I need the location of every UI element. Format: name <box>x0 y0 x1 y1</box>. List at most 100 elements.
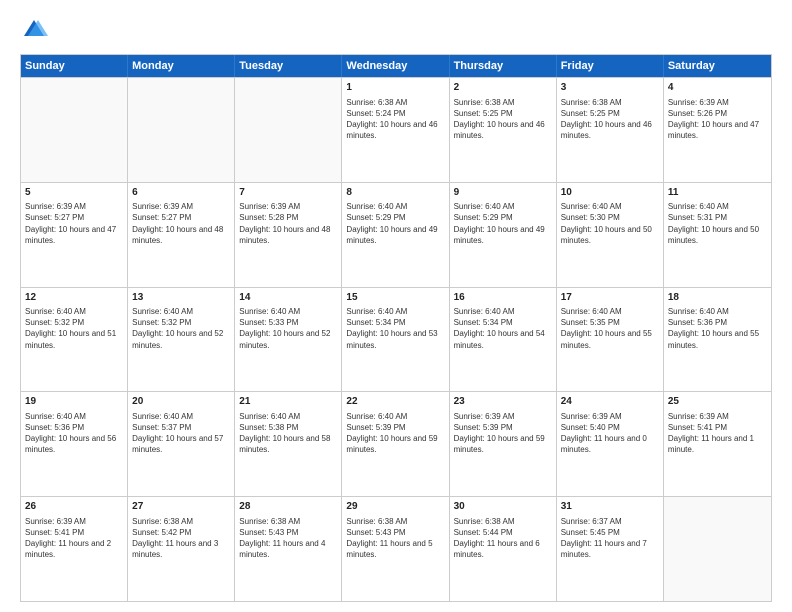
header-day-saturday: Saturday <box>664 55 771 77</box>
day-number: 31 <box>561 500 659 514</box>
header-day-monday: Monday <box>128 55 235 77</box>
calendar-cell: 31 Sunrise: 6:37 AMSunset: 5:45 PMDayligh… <box>557 497 664 601</box>
calendar: SundayMondayTuesdayWednesdayThursdayFrid… <box>20 54 772 602</box>
day-number: 12 <box>25 291 123 305</box>
day-number: 9 <box>454 186 552 200</box>
calendar-cell: 22 Sunrise: 6:40 AMSunset: 5:39 PMDayligh… <box>342 392 449 496</box>
calendar-cell: 3Sunrise: 6:38 AMSunset: 5:25 PMDaylight… <box>557 78 664 182</box>
calendar-cell: 4 Sunrise: 6:39 AMSunset: 5:26 PMDaylight… <box>664 78 771 182</box>
day-info: Sunrise: 6:39 AMSunset: 5:27 PMDaylight:… <box>132 201 230 246</box>
day-info: Sunrise: 6:39 AMSunset: 5:41 PMDaylight:… <box>25 516 123 561</box>
day-info: Sunrise: 6:40 AMSunset: 5:36 PMDaylight:… <box>25 411 123 456</box>
calendar-cell: 14Sunrise: 6:40 AMSunset: 5:33 PMDayligh… <box>235 288 342 392</box>
day-number: 4 <box>668 81 767 95</box>
day-info: Sunrise: 6:40 AMSunset: 5:39 PMDaylight:… <box>346 411 444 456</box>
calendar-cell: 18Sunrise: 6:40 AMSunset: 5:36 PMDayligh… <box>664 288 771 392</box>
calendar-cell: 28 Sunrise: 6:38 AMSunset: 5:43 PMDayligh… <box>235 497 342 601</box>
day-number: 11 <box>668 186 767 200</box>
calendar-cell <box>235 78 342 182</box>
header-day-thursday: Thursday <box>450 55 557 77</box>
day-number: 18 <box>668 291 767 305</box>
calendar-body: 1 Sunrise: 6:38 AMSunset: 5:24 PMDaylight… <box>21 77 771 601</box>
calendar-cell: 21Sunrise: 6:40 AMSunset: 5:38 PMDayligh… <box>235 392 342 496</box>
calendar-week-1: 1 Sunrise: 6:38 AMSunset: 5:24 PMDaylight… <box>21 77 771 182</box>
day-number: 17 <box>561 291 659 305</box>
day-info: Sunrise: 6:39 AMSunset: 5:39 PMDaylight:… <box>454 411 552 456</box>
day-info: Sunrise: 6:40 AMSunset: 5:37 PMDaylight:… <box>132 411 230 456</box>
calendar-cell: 11Sunrise: 6:40 AMSunset: 5:31 PMDayligh… <box>664 183 771 287</box>
day-info: Sunrise: 6:39 AMSunset: 5:28 PMDaylight:… <box>239 201 337 246</box>
calendar-cell: 29Sunrise: 6:38 AMSunset: 5:43 PMDayligh… <box>342 497 449 601</box>
day-number: 6 <box>132 186 230 200</box>
day-info: Sunrise: 6:40 AMSunset: 5:31 PMDaylight:… <box>668 201 767 246</box>
day-info: Sunrise: 6:39 AMSunset: 5:27 PMDaylight:… <box>25 201 123 246</box>
day-info: Sunrise: 6:38 AMSunset: 5:42 PMDaylight:… <box>132 516 230 561</box>
day-number: 20 <box>132 395 230 409</box>
day-number: 19 <box>25 395 123 409</box>
day-number: 21 <box>239 395 337 409</box>
calendar-cell: 17Sunrise: 6:40 AMSunset: 5:35 PMDayligh… <box>557 288 664 392</box>
calendar-cell: 5Sunrise: 6:39 AMSunset: 5:27 PMDaylight… <box>21 183 128 287</box>
day-info: Sunrise: 6:39 AMSunset: 5:40 PMDaylight:… <box>561 411 659 456</box>
day-info: Sunrise: 6:40 AMSunset: 5:32 PMDaylight:… <box>132 306 230 351</box>
calendar-week-3: 12Sunrise: 6:40 AMSunset: 5:32 PMDayligh… <box>21 287 771 392</box>
day-number: 13 <box>132 291 230 305</box>
calendar-cell: 8Sunrise: 6:40 AMSunset: 5:29 PMDaylight… <box>342 183 449 287</box>
calendar-cell: 26Sunrise: 6:39 AMSunset: 5:41 PMDayligh… <box>21 497 128 601</box>
day-number: 7 <box>239 186 337 200</box>
header-day-friday: Friday <box>557 55 664 77</box>
header <box>20 16 772 44</box>
calendar-cell: 20 Sunrise: 6:40 AMSunset: 5:37 PMDayligh… <box>128 392 235 496</box>
calendar-week-4: 19 Sunrise: 6:40 AMSunset: 5:36 PMDayligh… <box>21 391 771 496</box>
day-number: 1 <box>346 81 444 95</box>
calendar-cell <box>21 78 128 182</box>
day-number: 3 <box>561 81 659 95</box>
calendar-header-row: SundayMondayTuesdayWednesdayThursdayFrid… <box>21 55 771 77</box>
day-info: Sunrise: 6:38 AMSunset: 5:25 PMDaylight:… <box>454 97 552 142</box>
day-info: Sunrise: 6:40 AMSunset: 5:33 PMDaylight:… <box>239 306 337 351</box>
day-number: 15 <box>346 291 444 305</box>
header-day-wednesday: Wednesday <box>342 55 449 77</box>
day-info: Sunrise: 6:38 AMSunset: 5:43 PMDaylight:… <box>346 516 444 561</box>
day-number: 22 <box>346 395 444 409</box>
day-number: 28 <box>239 500 337 514</box>
calendar-cell <box>664 497 771 601</box>
day-number: 8 <box>346 186 444 200</box>
day-number: 30 <box>454 500 552 514</box>
day-info: Sunrise: 6:38 AMSunset: 5:43 PMDaylight:… <box>239 516 337 561</box>
day-number: 27 <box>132 500 230 514</box>
day-number: 5 <box>25 186 123 200</box>
day-number: 25 <box>668 395 767 409</box>
calendar-cell: 12Sunrise: 6:40 AMSunset: 5:32 PMDayligh… <box>21 288 128 392</box>
day-info: Sunrise: 6:40 AMSunset: 5:34 PMDaylight:… <box>346 306 444 351</box>
calendar-cell: 10Sunrise: 6:40 AMSunset: 5:30 PMDayligh… <box>557 183 664 287</box>
calendar-cell: 1 Sunrise: 6:38 AMSunset: 5:24 PMDaylight… <box>342 78 449 182</box>
day-info: Sunrise: 6:40 AMSunset: 5:34 PMDaylight:… <box>454 306 552 351</box>
day-info: Sunrise: 6:37 AMSunset: 5:45 PMDaylight:… <box>561 516 659 561</box>
day-info: Sunrise: 6:40 AMSunset: 5:35 PMDaylight:… <box>561 306 659 351</box>
day-info: Sunrise: 6:40 AMSunset: 5:29 PMDaylight:… <box>454 201 552 246</box>
calendar-cell: 25Sunrise: 6:39 AMSunset: 5:41 PMDayligh… <box>664 392 771 496</box>
day-number: 14 <box>239 291 337 305</box>
calendar-week-5: 26Sunrise: 6:39 AMSunset: 5:41 PMDayligh… <box>21 496 771 601</box>
day-info: Sunrise: 6:38 AMSunset: 5:24 PMDaylight:… <box>346 97 444 142</box>
calendar-cell: 13Sunrise: 6:40 AMSunset: 5:32 PMDayligh… <box>128 288 235 392</box>
calendar-cell: 30Sunrise: 6:38 AMSunset: 5:44 PMDayligh… <box>450 497 557 601</box>
day-info: Sunrise: 6:40 AMSunset: 5:30 PMDaylight:… <box>561 201 659 246</box>
logo-icon <box>20 16 48 44</box>
day-number: 2 <box>454 81 552 95</box>
calendar-cell <box>128 78 235 182</box>
calendar-cell: 15Sunrise: 6:40 AMSunset: 5:34 PMDayligh… <box>342 288 449 392</box>
calendar-cell: 19 Sunrise: 6:40 AMSunset: 5:36 PMDayligh… <box>21 392 128 496</box>
calendar-cell: 6Sunrise: 6:39 AMSunset: 5:27 PMDaylight… <box>128 183 235 287</box>
day-info: Sunrise: 6:39 AMSunset: 5:26 PMDaylight:… <box>668 97 767 142</box>
page: SundayMondayTuesdayWednesdayThursdayFrid… <box>0 0 792 612</box>
day-number: 10 <box>561 186 659 200</box>
day-info: Sunrise: 6:40 AMSunset: 5:32 PMDaylight:… <box>25 306 123 351</box>
calendar-cell: 7Sunrise: 6:39 AMSunset: 5:28 PMDaylight… <box>235 183 342 287</box>
header-day-sunday: Sunday <box>21 55 128 77</box>
day-info: Sunrise: 6:40 AMSunset: 5:29 PMDaylight:… <box>346 201 444 246</box>
calendar-cell: 2 Sunrise: 6:38 AMSunset: 5:25 PMDaylight… <box>450 78 557 182</box>
calendar-cell: 27 Sunrise: 6:38 AMSunset: 5:42 PMDayligh… <box>128 497 235 601</box>
day-number: 23 <box>454 395 552 409</box>
